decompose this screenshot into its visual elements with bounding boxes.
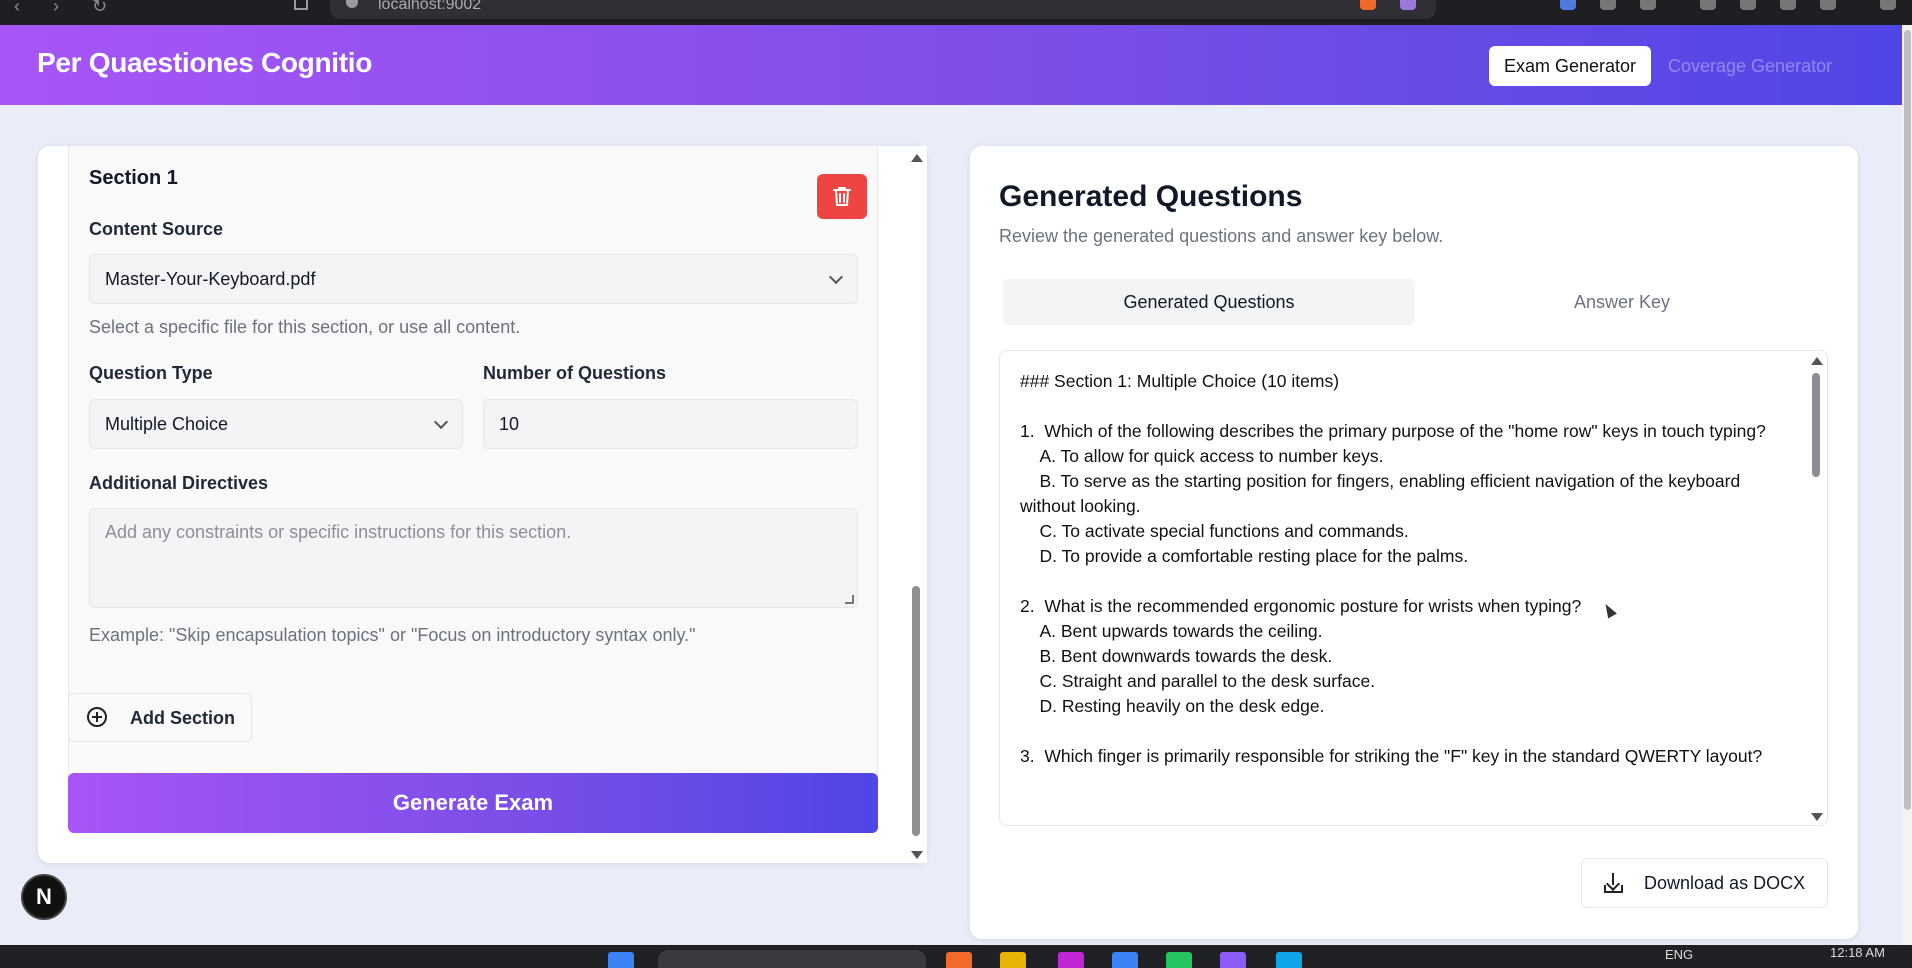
- questions-output[interactable]: ### Section 1: Multiple Choice (10 items…: [999, 350, 1828, 826]
- scrollbar-thumb[interactable]: [1904, 30, 1911, 810]
- rewards-icon[interactable]: [1400, 0, 1416, 10]
- vpn-icon[interactable]: [1820, 0, 1836, 10]
- file-explorer-icon[interactable]: [1000, 952, 1026, 968]
- left-panel-scrollbar[interactable]: [905, 146, 927, 863]
- directives-placeholder: Add any constraints or specific instruct…: [105, 522, 572, 542]
- site-info-icon[interactable]: [346, 0, 358, 8]
- trash-icon: [833, 187, 851, 206]
- directives-textarea[interactable]: Add any constraints or specific instruct…: [89, 508, 858, 608]
- download-label: Download as DOCX: [1644, 873, 1806, 893]
- scrollbar-thumb[interactable]: [912, 586, 920, 836]
- resize-handle[interactable]: [845, 595, 854, 604]
- nav-exam-generator[interactable]: Exam Generator: [1489, 46, 1652, 86]
- content-source-label: Content Source: [89, 219, 224, 239]
- extension-icon[interactable]: [1600, 0, 1616, 10]
- generate-exam-button[interactable]: Generate Exam: [68, 773, 878, 833]
- wallet-icon[interactable]: [1780, 0, 1796, 10]
- app-icon[interactable]: [1166, 952, 1192, 968]
- browser-nav-icons[interactable]: ‹ › ↻: [14, 0, 121, 15]
- url-text: localhost:9002: [378, 0, 482, 13]
- question-type-select[interactable]: Multiple Choice: [89, 399, 463, 449]
- downloads-icon[interactable]: [1700, 0, 1716, 10]
- brave-shield-icon[interactable]: [1360, 0, 1376, 10]
- download-docx-button[interactable]: Download as DOCX: [1581, 858, 1828, 908]
- exam-config-panel: Section 1 Content Source Master-Your-Key…: [38, 146, 927, 863]
- vscode-icon[interactable]: [1276, 952, 1302, 968]
- nav-coverage-generator[interactable]: Coverage Generator: [1653, 46, 1847, 86]
- content-source-hint: Select a specific file for this section,…: [89, 317, 521, 337]
- directives-label: Additional Directives: [89, 473, 269, 493]
- questions-text: ### Section 1: Multiple Choice (10 items…: [1020, 371, 1766, 766]
- num-questions-label: Number of Questions: [483, 363, 667, 383]
- section-title: Section 1: [89, 167, 178, 189]
- chevron-down-icon: [828, 269, 844, 285]
- directives-hint: Example: "Skip encapsulation topics" or …: [89, 625, 696, 645]
- extension-icon[interactable]: [1560, 0, 1576, 10]
- plus-circle-icon: [87, 707, 107, 727]
- panel-title: Generated Questions: [999, 180, 1303, 213]
- generated-questions-panel: Generated Questions Review the generated…: [970, 146, 1858, 939]
- download-icon: [1604, 873, 1624, 893]
- bookmark-icon[interactable]: [294, 0, 308, 10]
- app-icon[interactable]: [1220, 952, 1246, 968]
- content-source-select[interactable]: Master-Your-Keyboard.pdf: [89, 254, 858, 304]
- chevron-down-icon: [433, 414, 449, 430]
- os-taskbar: ENG 12:18 AM: [0, 945, 1912, 968]
- question-type-value: Multiple Choice: [105, 414, 229, 434]
- page-scrollbar[interactable]: [1902, 25, 1912, 945]
- scroll-up-icon[interactable]: [911, 154, 923, 162]
- sidebar-icon[interactable]: [1740, 0, 1756, 10]
- language-indicator[interactable]: ENG: [1665, 947, 1693, 962]
- menu-icon[interactable]: [1880, 0, 1896, 10]
- num-questions-input[interactable]: 10: [483, 399, 858, 449]
- result-tabs: Generated Questions Answer Key: [999, 279, 1827, 331]
- scroll-down-icon[interactable]: [1811, 813, 1823, 821]
- scroll-down-icon[interactable]: [911, 851, 923, 859]
- scrollbar-thumb[interactable]: [1812, 373, 1820, 477]
- tab-generated-questions[interactable]: Generated Questions: [1003, 279, 1415, 325]
- extension-icon[interactable]: [1640, 0, 1656, 10]
- question-type-label: Question Type: [89, 363, 213, 383]
- app-icon[interactable]: [1058, 952, 1084, 968]
- delete-section-button[interactable]: [817, 174, 867, 219]
- app-title: Per Quaestiones Cognitio: [37, 47, 373, 78]
- browser-toolbar: ‹ › ↻ localhost:9002: [0, 0, 1912, 25]
- tab-answer-key[interactable]: Answer Key: [1417, 279, 1827, 325]
- scroll-up-icon[interactable]: [1811, 357, 1823, 365]
- content-source-value: Master-Your-Keyboard.pdf: [105, 269, 316, 289]
- start-icon[interactable]: [608, 952, 634, 968]
- questions-scrollbar[interactable]: [1807, 351, 1827, 825]
- add-section-label: Add Section: [130, 708, 236, 728]
- add-section-button[interactable]: Add Section: [68, 693, 252, 742]
- browser-app-icon[interactable]: [946, 952, 972, 968]
- nextjs-badge[interactable]: N: [21, 874, 67, 920]
- address-bar[interactable]: localhost:9002: [330, 0, 1436, 19]
- taskbar-search[interactable]: [658, 950, 926, 968]
- panel-subtitle: Review the generated questions and answe…: [999, 226, 1444, 246]
- app-icon[interactable]: [1112, 952, 1138, 968]
- clock[interactable]: 12:18 AM: [1830, 945, 1885, 960]
- app-header: Per Quaestiones Cognitio Exam Generator …: [0, 25, 1902, 105]
